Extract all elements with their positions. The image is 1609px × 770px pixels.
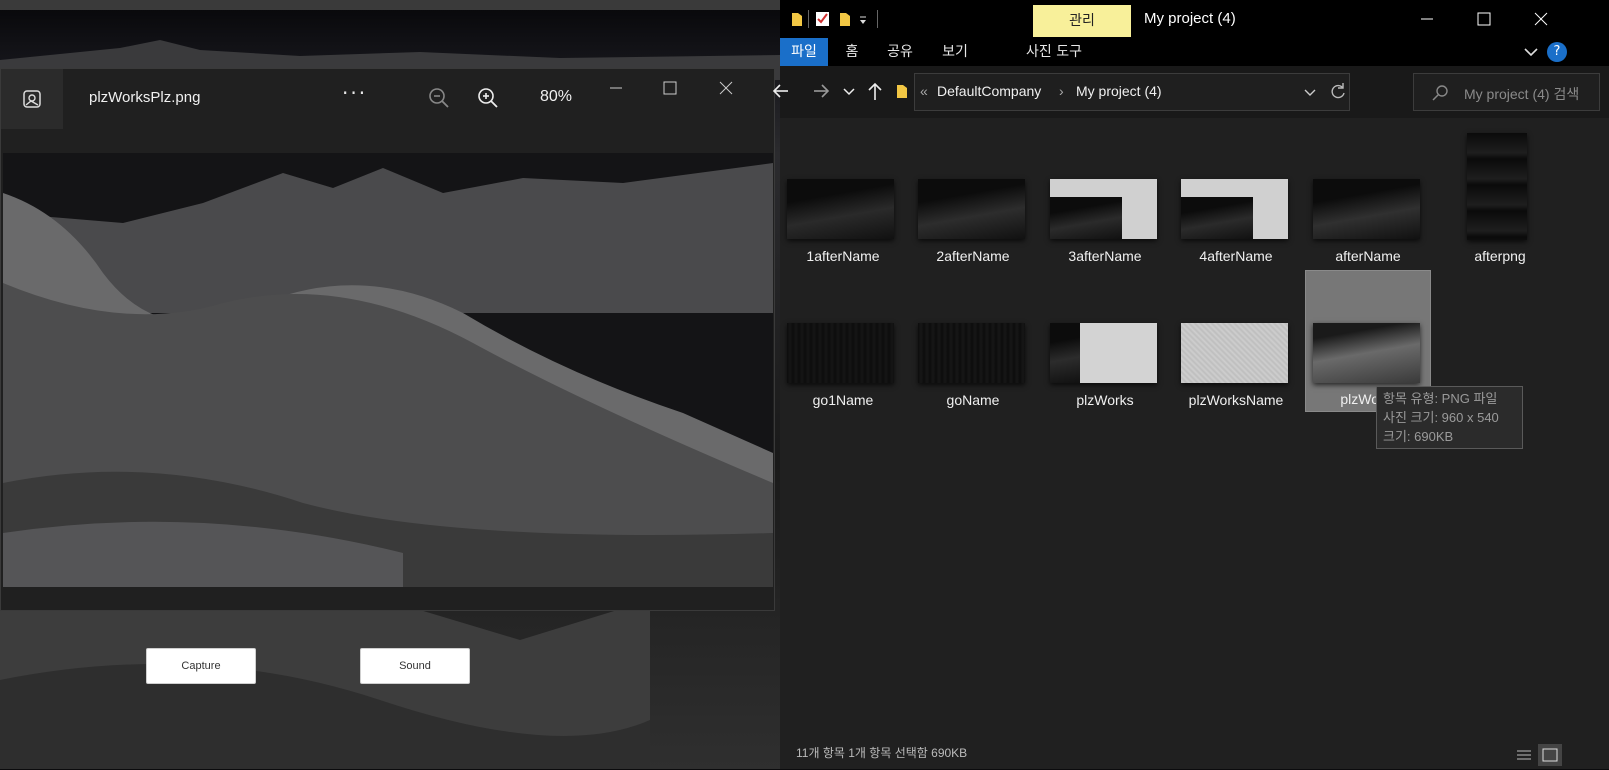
thumbnail	[1313, 179, 1420, 239]
tooltip-dimensions: 사진 크기: 960 x 540	[1383, 410, 1499, 425]
file-3aftername[interactable]: 3afterName	[1042, 136, 1168, 274]
refresh-icon[interactable]	[1328, 80, 1348, 102]
thumbnail	[918, 179, 1025, 239]
search-box[interactable]: My project (4) 검색	[1413, 73, 1600, 111]
folder-icon	[790, 10, 804, 28]
tab-view[interactable]: 보기	[930, 38, 980, 66]
search-placeholder: My project (4) 검색	[1464, 86, 1580, 102]
file-name: 3afterName	[1068, 248, 1142, 264]
file-name: 2afterName	[936, 248, 1010, 264]
viewer-minimize-icon[interactable]	[605, 77, 627, 99]
photo-viewer-window: plzWorksPlz.png ··· 80%	[0, 68, 775, 611]
search-icon	[1432, 84, 1450, 102]
breadcrumb-defaultcompany[interactable]: DefaultCompany	[937, 83, 1041, 99]
photos-app-icon[interactable]	[1, 69, 63, 129]
breadcrumb-current[interactable]: My project (4)	[1076, 83, 1162, 99]
file-goname[interactable]: goName	[910, 280, 1036, 418]
thumbnail	[787, 323, 894, 383]
status-bar: 11개 항목 1개 항목 선택함 690KB	[780, 742, 1609, 769]
back-arrow-icon[interactable]	[772, 80, 796, 102]
ribbon-expand-icon[interactable]	[1522, 43, 1540, 61]
help-icon[interactable]: ?	[1547, 42, 1567, 62]
zoom-in-icon[interactable]	[475, 85, 501, 111]
thumbnail	[1181, 179, 1288, 239]
file-name: goName	[946, 392, 1000, 408]
tab-home[interactable]: 홈	[832, 38, 872, 66]
tooltip-filesize: 크기: 690KB	[1383, 429, 1454, 444]
thumbnail	[787, 179, 894, 239]
sound-button[interactable]: Sound	[360, 648, 470, 684]
file-name: afterpng	[1474, 248, 1526, 264]
new-folder-icon[interactable]	[838, 10, 854, 28]
thumbnail	[1050, 323, 1157, 383]
viewer-close-icon[interactable]	[715, 77, 737, 99]
status-text: 11개 항목 1개 항목 선택함 690KB	[796, 746, 968, 760]
file-name: 4afterName	[1199, 248, 1273, 264]
file-plzworksname[interactable]: plzWorksName	[1173, 280, 1299, 418]
quick-access-dropdown-icon[interactable]	[858, 12, 868, 26]
file-explorer-window: 관리 My project (4) 파일 홈 공유 보기 사진 도구 ? « D…	[772, 0, 1609, 769]
address-folder-icon	[896, 82, 910, 100]
file-4aftername[interactable]: 4afterName	[1173, 136, 1299, 274]
explorer-maximize-icon[interactable]	[1473, 8, 1495, 30]
thumbnail	[1050, 179, 1157, 239]
tab-file[interactable]: 파일	[780, 38, 828, 66]
viewer-maximize-icon[interactable]	[659, 77, 681, 99]
breadcrumb-overflow[interactable]: «	[920, 83, 928, 99]
toolbar-divider	[808, 10, 809, 28]
recent-locations-chevron-icon[interactable]	[842, 80, 856, 102]
file-name: 1afterName	[806, 248, 880, 264]
file-aftername[interactable]: afterName	[1305, 136, 1431, 274]
up-arrow-icon[interactable]	[864, 80, 886, 102]
thumbnail	[1313, 323, 1420, 383]
thumbnail	[1467, 133, 1527, 240]
file-afterpng[interactable]: afterpng	[1437, 133, 1563, 274]
details-view-icon[interactable]	[1514, 746, 1534, 764]
address-dropdown-icon[interactable]	[1302, 83, 1318, 101]
file-1aftername[interactable]: 1afterName	[780, 136, 906, 274]
explorer-close-icon[interactable]	[1530, 8, 1552, 30]
explorer-minimize-icon[interactable]	[1416, 8, 1438, 30]
thumbnail	[918, 323, 1025, 383]
thumbnail	[1181, 323, 1288, 383]
viewer-image	[3, 153, 773, 587]
viewer-file-title: plzWorksPlz.png	[89, 89, 201, 106]
file-name: plzWorks	[1076, 392, 1134, 408]
zoom-out-icon[interactable]	[426, 85, 452, 111]
tab-picture-tools[interactable]: 사진 도구	[1006, 38, 1102, 66]
file-plzworks[interactable]: plzWorks	[1042, 280, 1168, 418]
breadcrumb-separator[interactable]: ›	[1059, 83, 1064, 99]
zoom-level: 80%	[540, 88, 573, 105]
tooltip-type: 항목 유형: PNG 파일	[1383, 391, 1498, 406]
file-name: go1Name	[812, 392, 874, 408]
large-icons-view-icon[interactable]	[1538, 744, 1562, 766]
file-name: plzWorksName	[1188, 392, 1284, 408]
properties-icon[interactable]	[814, 10, 832, 28]
file-2aftername[interactable]: 2afterName	[910, 136, 1036, 274]
capture-button[interactable]: Capture	[146, 648, 256, 684]
toolbar-divider-2	[877, 10, 878, 28]
manage-tab[interactable]: 관리	[1033, 5, 1131, 37]
file-name: afterName	[1335, 248, 1401, 264]
file-tooltip: 항목 유형: PNG 파일 사진 크기: 960 x 540 크기: 690KB	[1376, 386, 1523, 449]
more-options-button[interactable]: ···	[342, 81, 367, 105]
file-go1name[interactable]: go1Name	[780, 280, 906, 418]
tab-share[interactable]: 공유	[876, 38, 924, 66]
forward-arrow-icon[interactable]	[810, 80, 832, 102]
explorer-window-title: My project (4)	[1144, 10, 1236, 27]
